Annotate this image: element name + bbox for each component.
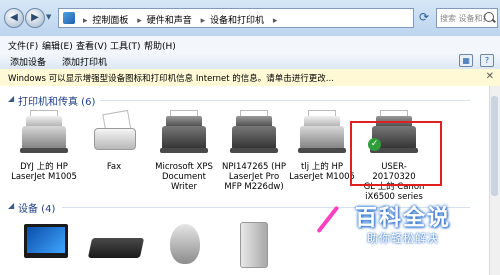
device-item[interactable]: DYJ 上的 HP LaserJet M1005: [10, 110, 78, 182]
control-panel-icon: [63, 12, 75, 24]
watermark-subtitle: 助你轻松解决: [367, 232, 439, 245]
back-button[interactable]: ◀: [4, 8, 24, 28]
group-header-printers[interactable]: ◢ 打印机和传真 (6): [0, 92, 490, 108]
menu-file[interactable]: 文件(F): [8, 39, 38, 52]
divider: [100, 100, 470, 101]
address-bar: ◀ ▶ ▼ ▸ 控制面板 ▸ 硬件和声音 ▸ 设备和打印机 ▸ ⟳ 搜索 设备和…: [0, 0, 500, 37]
menu-tools[interactable]: 工具(T): [110, 39, 141, 52]
highlight-box: [350, 121, 442, 186]
change-view-icon[interactable]: ▦: [459, 54, 474, 67]
breadcrumb[interactable]: ▸ 控制面板 ▸ 硬件和声音 ▸ 设备和打印机 ▸: [58, 8, 414, 28]
search-icon[interactable]: [484, 12, 494, 22]
drive-icon: [226, 220, 282, 268]
menu-edit[interactable]: 编辑(E): [42, 39, 73, 52]
printer-icon: [294, 110, 350, 156]
info-bar[interactable]: Windows 可以显示增强型设备图标和打印机信息 Internet 的信息。请…: [0, 69, 500, 87]
fax-icon: [86, 109, 142, 156]
command-bar: 添加设备 添加打印机 ▦ ?: [0, 52, 500, 70]
device-name: NPI147265 (HP LaserJet Pro MFP M226dw): [222, 162, 286, 192]
device-name: tlj 上的 HP LaserJet M1005: [289, 162, 355, 182]
info-bar-text[interactable]: Windows 可以显示增强型设备图标和打印机信息 Internet 的信息。请…: [8, 72, 334, 84]
device-item[interactable]: [80, 220, 148, 266]
printer-icon: [226, 110, 282, 156]
menu-help[interactable]: 帮助(H): [144, 39, 176, 52]
device-name: DYJ 上的 HP LaserJet M1005: [11, 162, 77, 182]
recent-pages-dropdown-icon[interactable]: ▼: [46, 13, 51, 21]
scrollbar-thumb[interactable]: [491, 96, 498, 196]
device-item[interactable]: Fax: [80, 109, 148, 172]
device-item[interactable]: [220, 220, 288, 268]
close-icon[interactable]: ✕: [486, 71, 494, 82]
printer-icon: [156, 110, 212, 156]
add-printer-button[interactable]: 添加打印机: [62, 55, 107, 68]
search-placeholder: 搜索 设备和打印机: [440, 14, 486, 23]
printer-icon: [16, 110, 72, 156]
device-item[interactable]: [10, 220, 78, 266]
collapse-arrow-icon[interactable]: ◢: [8, 94, 14, 103]
monitor-icon: [16, 220, 72, 266]
breadcrumb-item[interactable]: 设备和打印机: [210, 16, 264, 26]
breadcrumb-item[interactable]: 硬件和声音: [147, 16, 192, 26]
group-label: 设备 (4): [18, 204, 56, 215]
collapse-arrow-icon[interactable]: ◢: [8, 201, 14, 210]
refresh-icon[interactable]: ⟳: [419, 10, 429, 24]
menu-bar: 文件(F) 编辑(E) 查看(V) 工具(T) 帮助(H): [0, 36, 500, 53]
watermark: 百科全说 助你轻松解决: [336, 200, 470, 252]
vertical-scrollbar[interactable]: [489, 86, 500, 275]
search-input[interactable]: 搜索 设备和打印机: [436, 8, 498, 28]
breadcrumb-separator-icon[interactable]: ▸: [201, 16, 206, 26]
mouse-icon: [156, 220, 212, 266]
group-label: 打印机和传真 (6): [18, 97, 96, 108]
device-item[interactable]: Microsoft XPS Document Writer: [150, 110, 218, 192]
add-device-button[interactable]: 添加设备: [10, 55, 46, 68]
device-item[interactable]: [150, 220, 218, 266]
device-name: Fax: [106, 162, 122, 172]
watermark-title: 百科全说: [354, 206, 451, 231]
breadcrumb-separator-icon[interactable]: ▸: [273, 16, 278, 26]
breadcrumb-item[interactable]: 控制面板: [92, 16, 128, 26]
forward-button[interactable]: ▶: [25, 8, 45, 28]
device-name: Microsoft XPS Document Writer: [155, 162, 213, 192]
device-item[interactable]: tlj 上的 HP LaserJet M1005: [288, 110, 356, 182]
device-item[interactable]: NPI147265 (HP LaserJet Pro MFP M226dw): [220, 110, 288, 192]
breadcrumb-separator-icon[interactable]: ▸: [83, 16, 88, 26]
breadcrumb-separator-icon[interactable]: ▸: [137, 16, 142, 26]
help-icon[interactable]: ?: [480, 54, 494, 67]
keyboard-icon: [86, 220, 145, 266]
menu-view[interactable]: 查看(V): [76, 39, 107, 52]
